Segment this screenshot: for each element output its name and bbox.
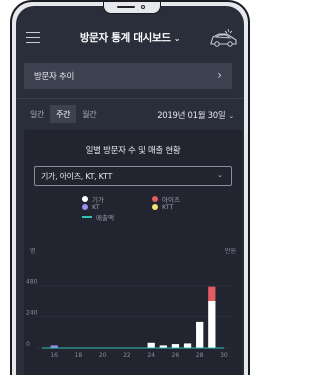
bar-기가 xyxy=(208,301,216,348)
phone-notch xyxy=(103,2,161,14)
bar-기가 xyxy=(183,343,192,348)
tab-monthly[interactable]: 월간 xyxy=(76,105,102,123)
legend-label: KT xyxy=(92,203,100,211)
legend-dot xyxy=(152,204,158,210)
chevron-down-icon: ⌄ xyxy=(228,112,234,120)
date-selector[interactable]: 2019년 01월 30일 ⌄ xyxy=(157,109,234,121)
legend-item-revenue: 매출액 xyxy=(82,212,114,222)
legend-dot xyxy=(82,204,88,210)
legend-label: 매출액 xyxy=(96,214,114,222)
camera xyxy=(141,5,145,9)
legend-label: KTT xyxy=(162,203,174,211)
page-title-text: 방문자 통계 대시보드 xyxy=(79,32,171,44)
chevron-right-icon: › xyxy=(217,68,222,82)
bar-기가 xyxy=(196,321,204,348)
card-title: 일별 방문자 수 및 매출 현황 xyxy=(85,146,181,156)
x-tick-label: 30 xyxy=(220,352,228,359)
speaker xyxy=(117,6,135,8)
x-tick-label: 22 xyxy=(123,352,131,359)
legend-dot xyxy=(152,196,158,202)
divider xyxy=(16,98,244,99)
series-select[interactable]: 기가, 아이즈, KT, KTT ⌄ xyxy=(34,166,232,186)
x-tick-label: 18 xyxy=(75,352,83,359)
legend-dot xyxy=(82,196,88,202)
hamburger-icon[interactable] xyxy=(26,32,40,44)
app-screen: 방문자 통계 대시보드 ⌄ 방문자 추이 › 일간 주간 월간 2019년 01월… xyxy=(16,6,244,375)
x-tick-label: 20 xyxy=(99,352,107,359)
bar-기가 xyxy=(147,342,155,348)
visitor-trend-label: 방문자 추이 xyxy=(34,72,75,82)
x-tick-label: 16 xyxy=(50,352,58,359)
x-tick-label: 28 xyxy=(196,352,204,359)
date-value: 2019년 01월 30일 xyxy=(157,111,226,121)
tab-daily[interactable]: 일간 xyxy=(24,105,50,123)
visitor-trend-button[interactable]: 방문자 추이 › xyxy=(24,63,232,89)
stats-card: 일별 방문자 수 및 매출 현황 기가, 아이즈, KT, KTT ⌄ 기가 아… xyxy=(24,130,242,375)
page-title[interactable]: 방문자 통계 대시보드 ⌄ xyxy=(56,30,204,45)
x-tick-label: 24 xyxy=(147,352,155,359)
visitor-revenue-chart: 480 240 0 16 18 20 22 24 26 28 30 xyxy=(26,278,230,359)
phone-frame: 방문자 통계 대시보드 ⌄ 방문자 추이 › 일간 주간 월간 2019년 01월… xyxy=(10,0,250,375)
chevron-down-icon: ⌄ xyxy=(173,34,181,43)
legend-item-kt: KT xyxy=(82,203,100,211)
bar-기가 xyxy=(171,344,180,348)
car-icon xyxy=(210,28,237,47)
legend-line xyxy=(82,216,92,218)
y-tick-label: 480 xyxy=(26,278,38,285)
app-header: 방문자 통계 대시보드 ⌄ xyxy=(16,20,244,56)
y-tick-label: 240 xyxy=(26,310,38,317)
period-tabs: 일간 주간 월간 xyxy=(24,105,102,123)
y-tick-label: 0 xyxy=(26,341,30,348)
bar-아이즈 xyxy=(208,286,216,301)
tab-weekly[interactable]: 주간 xyxy=(50,105,77,123)
legend-item-ktt: KTT xyxy=(152,203,174,211)
chevron-down-icon: ⌄ xyxy=(217,171,223,179)
series-select-value: 기가, 아이즈, KT, KTT xyxy=(41,172,113,181)
x-tick-label: 26 xyxy=(172,352,180,359)
